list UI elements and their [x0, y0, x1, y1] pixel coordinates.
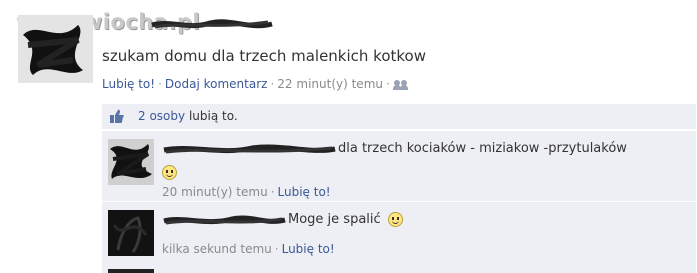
comment-item: dla trzech kociaków - miziakow -przytula…	[102, 130, 696, 201]
comment-like-link[interactable]: Lubię to!	[278, 185, 331, 199]
comment-author-avatar[interactable]	[108, 139, 154, 185]
post-author-name-redacted	[151, 19, 273, 29]
comment-text: Moge je spalić	[288, 212, 381, 227]
comment-item: Moge je spalić kilka sekund temu · Lubię t…	[102, 201, 696, 264]
comment-timestamp[interactable]: kilka sekund temu	[162, 242, 272, 256]
comment-author-avatar[interactable]	[108, 210, 154, 256]
comment-text: dla trzech kociaków - miziakow -przytula…	[338, 141, 627, 156]
likes-summary: 2 osoby lubią to.	[102, 104, 696, 129]
comment-timestamp[interactable]: 20 minut(y) temu	[162, 185, 268, 199]
comment-author-name-redacted	[163, 215, 286, 225]
smiley-icon	[387, 212, 403, 227]
likes-count-link[interactable]: 2 osoby	[138, 109, 185, 123]
post-text: szukam domu dla trzech malenkich kotkow	[102, 47, 426, 65]
post-like-link[interactable]: Lubię to!	[102, 77, 155, 91]
smiley-icon	[162, 165, 177, 180]
comment-author-avatar[interactable]	[108, 269, 154, 273]
comment-author-name-redacted	[163, 144, 336, 154]
post-timestamp[interactable]: 22 minut(y) temu	[277, 77, 383, 91]
thumbs-up-icon	[110, 109, 124, 123]
comment-meta: kilka sekund temu · Lubię to!	[162, 242, 335, 256]
post-meta: Lubię to! · Dodaj komentarz · 22 minut(y) te…	[102, 77, 409, 91]
comment-meta: 20 minut(y) temu · Lubię to!	[162, 185, 331, 199]
post-author-avatar[interactable]	[18, 15, 93, 83]
likes-suffix: lubią to.	[188, 109, 238, 123]
add-comment-link[interactable]: Dodaj komentarz	[165, 77, 268, 91]
friends-icon	[392, 79, 409, 90]
next-comment-stub	[102, 264, 696, 273]
comment-like-link[interactable]: Lubię to!	[282, 242, 335, 256]
